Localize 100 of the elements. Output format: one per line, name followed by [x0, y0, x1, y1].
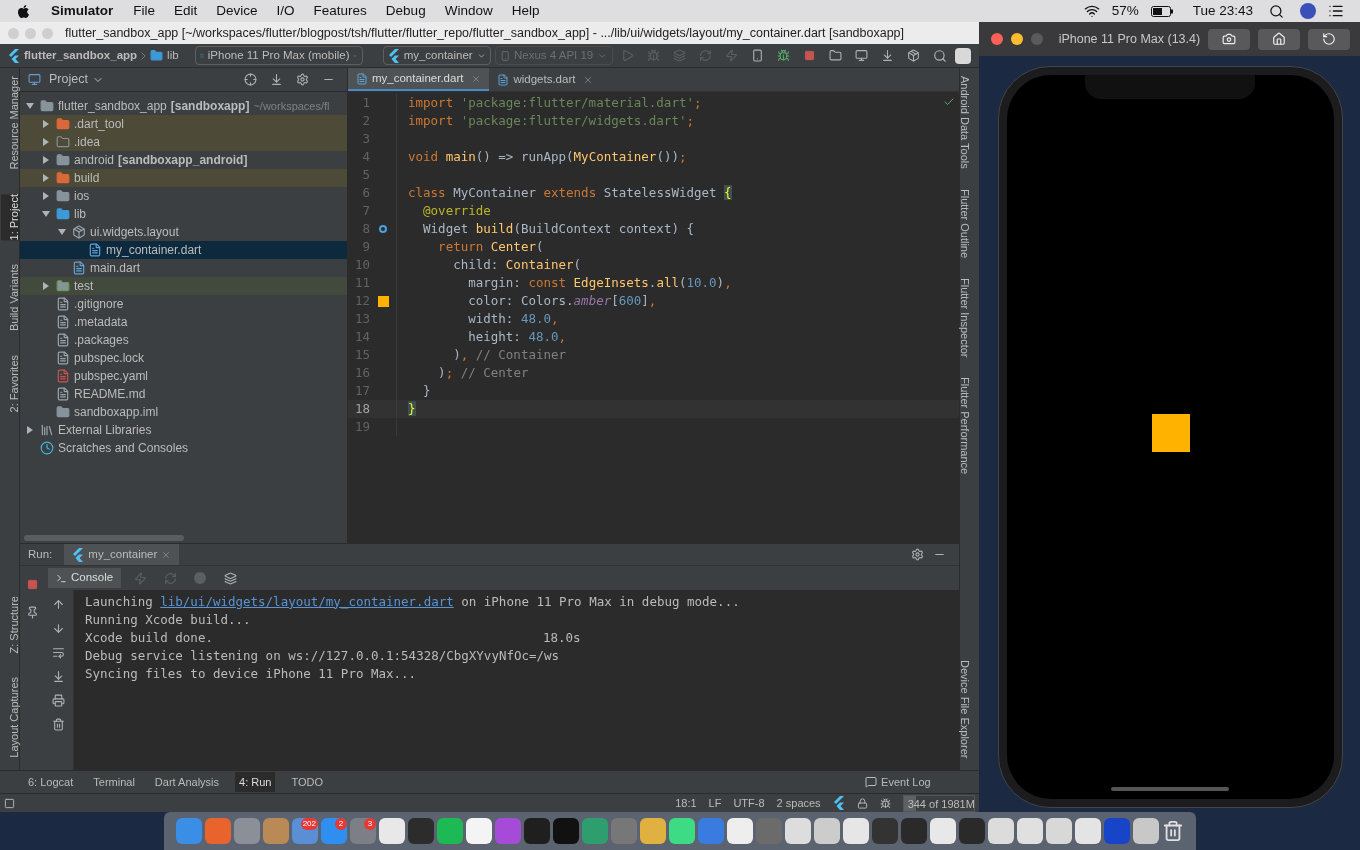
editor-tab[interactable]: my_container.dart — [348, 68, 490, 91]
menu-item[interactable]: I/O — [276, 0, 295, 22]
tool-window-button[interactable]: Terminal — [89, 772, 139, 792]
tool-window-button[interactable]: Flutter Inspector — [960, 277, 979, 358]
tool-window-button[interactable]: TODO — [287, 772, 328, 792]
project-view-selector[interactable]: Project — [49, 70, 88, 89]
tool-window-button[interactable]: 2: Favorites — [0, 355, 19, 413]
collapsed-arrow-icon[interactable] — [42, 174, 50, 182]
app-icon[interactable] — [524, 818, 550, 844]
app-icon[interactable]: 3 — [350, 818, 376, 844]
tree-row[interactable]: README.md — [20, 385, 347, 403]
tool-window-button[interactable]: 4: Run — [235, 772, 276, 792]
app-icon[interactable] — [553, 818, 579, 844]
collapsed-arrow-icon[interactable] — [42, 120, 50, 128]
app-icon[interactable] — [814, 818, 840, 844]
tool-window-button[interactable]: Dart Analysis — [150, 772, 224, 792]
collapsed-arrow-icon[interactable] — [42, 282, 50, 290]
indent-setting[interactable]: 2 spaces — [776, 794, 821, 812]
app-icon[interactable] — [785, 818, 811, 844]
device-selector[interactable]: iPhone 11 Pro Max (mobile) — [194, 46, 363, 65]
app-icon[interactable] — [727, 818, 753, 844]
app-icon[interactable] — [379, 818, 405, 844]
tool-window-button[interactable]: 6: Logcat — [24, 772, 78, 792]
close-window-icon[interactable] — [990, 33, 1003, 45]
expanded-arrow-icon[interactable] — [58, 228, 66, 236]
search-icon[interactable] — [1269, 3, 1284, 19]
apple-logo-icon[interactable] — [16, 3, 31, 19]
tool-window-button[interactable]: Layout Captures — [0, 677, 19, 758]
avatar-icon[interactable] — [954, 47, 971, 64]
tree-row[interactable]: flutter_sandbox_app [sandboxapp] ~/workspaces/fl — [20, 97, 347, 115]
memory-indicator[interactable]: 344 of 1981M — [902, 794, 975, 812]
run-config-selector[interactable]: my_container — [382, 46, 491, 65]
app-icon[interactable] — [437, 818, 463, 844]
collapsed-arrow-icon[interactable] — [42, 138, 50, 146]
tree-row[interactable]: main.dart — [20, 259, 347, 277]
collapsed-arrow-icon[interactable] — [42, 156, 50, 164]
app-icon[interactable] — [669, 818, 695, 844]
menu-item[interactable]: Features — [313, 0, 367, 22]
breadcrumb[interactable]: lib — [167, 46, 179, 65]
menu-item[interactable]: Device — [216, 0, 258, 22]
app-icon[interactable]: 202 — [292, 818, 318, 844]
tree-row[interactable]: lib — [20, 205, 347, 223]
wifi-icon[interactable] — [1083, 3, 1100, 19]
minimize-window-icon[interactable] — [1010, 33, 1023, 45]
menu-item[interactable]: Debug — [385, 0, 426, 22]
home-button[interactable] — [1258, 28, 1301, 50]
app-icon[interactable] — [1133, 818, 1159, 844]
app-icon[interactable] — [988, 818, 1014, 844]
app-icon[interactable] — [1017, 818, 1043, 844]
menu-item[interactable]: Edit — [174, 0, 198, 22]
collapsed-arrow-icon[interactable] — [42, 192, 50, 200]
app-icon[interactable] — [901, 818, 927, 844]
menu-item[interactable]: Help — [511, 0, 540, 22]
app-icon[interactable]: 2 — [321, 818, 347, 844]
siri-icon[interactable] — [1300, 3, 1316, 19]
tree-row[interactable]: .dart_tool — [20, 115, 347, 133]
tree-row[interactable]: .idea — [20, 133, 347, 151]
line-separator[interactable]: LF — [708, 794, 722, 812]
menu-item[interactable]: File — [133, 0, 156, 22]
tree-row[interactable]: .metadata — [20, 313, 347, 331]
color-swatch-icon[interactable] — [377, 295, 389, 307]
tool-window-button[interactable]: Build Variants — [0, 264, 19, 332]
tree-row[interactable]: .packages — [20, 331, 347, 349]
close-icon[interactable] — [583, 74, 594, 85]
expanded-arrow-icon[interactable] — [26, 102, 34, 110]
tree-row[interactable]: build — [20, 169, 347, 187]
override-marker-icon[interactable] — [379, 225, 387, 233]
run-tab[interactable]: my_container — [64, 544, 180, 565]
menu-item[interactable]: Window — [444, 0, 493, 22]
expanded-arrow-icon[interactable] — [42, 210, 50, 218]
tree-row[interactable]: pubspec.lock — [20, 349, 347, 367]
breadcrumb[interactable]: flutter_sandbox_app — [24, 46, 138, 65]
tree-row[interactable]: External Libraries — [20, 421, 347, 439]
app-icon[interactable] — [930, 818, 956, 844]
lock-icon[interactable] — [856, 797, 868, 809]
tool-window-button[interactable]: Flutter Outline — [960, 188, 979, 258]
collapsed-arrow-icon[interactable] — [26, 426, 34, 434]
tree-row[interactable]: ui.widgets.layout — [20, 223, 347, 241]
app-icon[interactable] — [466, 818, 492, 844]
app-icon[interactable] — [1046, 818, 1072, 844]
screenshot-button[interactable] — [1208, 28, 1251, 50]
editor-tab[interactable]: widgets.dart — [489, 68, 602, 91]
rotate-button[interactable] — [1308, 28, 1351, 50]
event-log-button[interactable]: Event Log — [865, 773, 931, 791]
tool-window-button[interactable]: Device File Explorer — [960, 659, 979, 758]
tree-row[interactable]: sandboxapp.iml — [20, 403, 347, 421]
tree-row[interactable]: my_container.dart — [20, 241, 347, 259]
file-link[interactable]: lib/ui/widgets/layout/my_container.dart — [160, 592, 454, 612]
tree-row[interactable]: android [sandboxapp_android] — [20, 151, 347, 169]
caret-position[interactable]: 18:1 — [675, 794, 697, 812]
file-encoding[interactable]: UTF-8 — [733, 794, 765, 812]
app-icon[interactable] — [640, 818, 666, 844]
tool-window-button[interactable]: Resource Manager — [0, 76, 19, 170]
tool-window-button[interactable]: Flutter Performance — [960, 377, 979, 475]
scrollbar[interactable] — [24, 535, 184, 541]
tree-row[interactable]: Scratches and Consoles — [20, 439, 347, 457]
tree-row[interactable]: test — [20, 277, 347, 295]
layout-toggle-icon[interactable] — [4, 797, 15, 809]
tree-row[interactable]: .gitignore — [20, 295, 347, 313]
tool-window-button[interactable]: Z: Structure — [0, 595, 19, 654]
